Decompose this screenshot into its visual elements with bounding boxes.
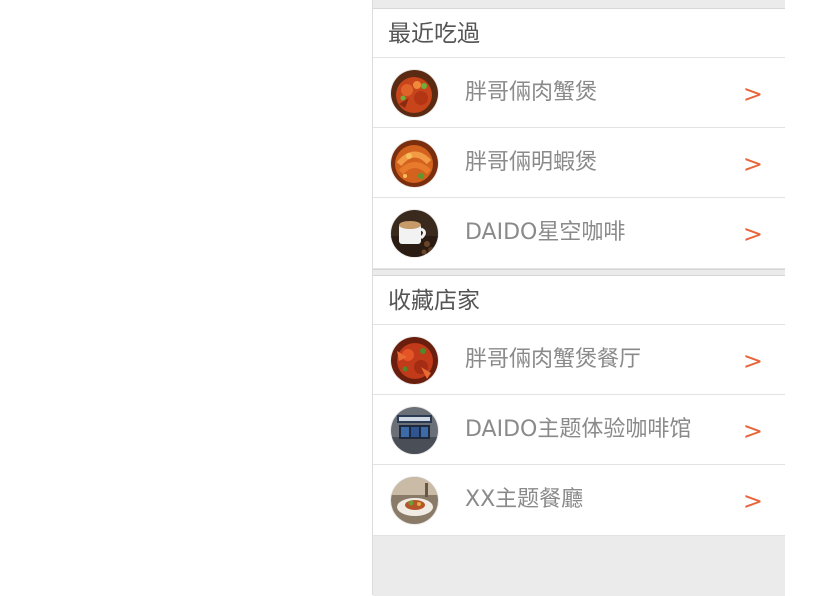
restaurant-dish-thumbnail xyxy=(391,477,438,524)
favorite-item-2[interactable]: DAIDO主题体验咖啡馆 > xyxy=(373,395,785,465)
chevron-right-icon: > xyxy=(742,220,763,248)
recent-section-title: 最近吃過 xyxy=(373,9,785,58)
section-divider xyxy=(373,269,785,276)
recent-section: 最近吃過 胖哥倆肉蟹煲 > 胖哥倆明蝦煲 > DAIDO星空咖啡 > xyxy=(373,9,785,269)
favorites-section: 收藏店家 胖哥倆肉蟹煲餐厅 > DAIDO主题体验咖啡馆 > XX主题餐廳 > xyxy=(373,276,785,536)
favorite-item-2-label: DAIDO主题体验咖啡馆 xyxy=(465,417,692,442)
recent-item-2-label: 胖哥倆明蝦煲 xyxy=(465,150,598,175)
favorite-item-3[interactable]: XX主题餐廳 > xyxy=(373,465,785,536)
recent-item-2[interactable]: 胖哥倆明蝦煲 > xyxy=(373,128,785,198)
cafe-storefront-thumbnail xyxy=(391,407,438,454)
chevron-right-icon: > xyxy=(742,80,763,108)
favorite-item-1[interactable]: 胖哥倆肉蟹煲餐厅 > xyxy=(373,325,785,395)
crab-dish-thumbnail xyxy=(391,337,438,384)
top-spacer xyxy=(373,0,785,9)
recent-item-1-label: 胖哥倆肉蟹煲 xyxy=(465,80,598,105)
favorite-item-1-label: 胖哥倆肉蟹煲餐厅 xyxy=(465,347,642,372)
recent-item-1[interactable]: 胖哥倆肉蟹煲 > xyxy=(373,58,785,128)
recent-item-3-label: DAIDO星空咖啡 xyxy=(465,220,626,245)
chevron-right-icon: > xyxy=(742,150,763,178)
chevron-right-icon: > xyxy=(742,487,763,515)
crab-pot-thumbnail xyxy=(391,70,438,117)
bottom-spacer xyxy=(373,536,785,596)
coffee-cup-thumbnail xyxy=(391,210,438,257)
favorites-section-title: 收藏店家 xyxy=(373,276,785,325)
favorite-item-3-label: XX主题餐廳 xyxy=(465,487,584,512)
chevron-right-icon: > xyxy=(742,417,763,445)
chevron-right-icon: > xyxy=(742,347,763,375)
store-list-panel: 最近吃過 胖哥倆肉蟹煲 > 胖哥倆明蝦煲 > DAIDO星空咖啡 > 收藏店家 … xyxy=(372,0,785,596)
shrimp-pot-thumbnail xyxy=(391,140,438,187)
recent-item-3[interactable]: DAIDO星空咖啡 > xyxy=(373,198,785,269)
